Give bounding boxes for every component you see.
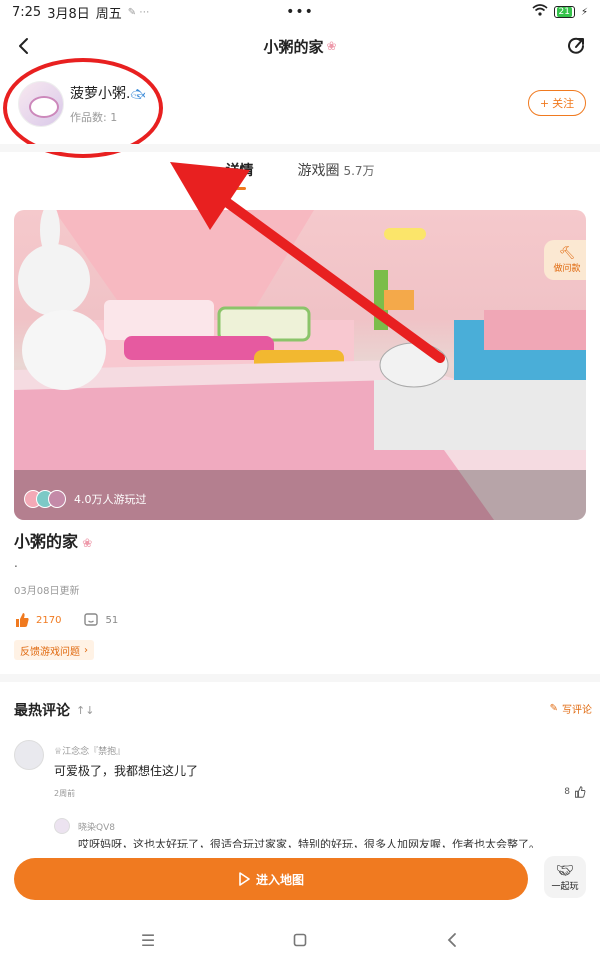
notification-icon: ✎ ⋯ [127,6,150,18]
play-count: 4.0万人游玩过 [24,490,147,508]
sort-icon[interactable]: ↑↓ [76,704,94,717]
player-avatars [24,490,66,508]
room-illustration [14,210,586,520]
charging-icon: ⚡ [580,6,588,18]
play-count-text: 4.0万人游玩过 [74,493,147,506]
enter-map-label: 进入地图 [255,872,304,887]
hammer-icon: 🔨︎ [558,246,576,261]
tab-bar: 详情 游戏圈 5.7万 [0,160,600,196]
commenter-name[interactable]: ♕江念念『禁抱』 [54,744,125,757]
play-together-button[interactable]: 🤝︎ 一起玩 [544,856,586,898]
comment-like-button[interactable]: 8 [564,786,586,798]
commenter-avatar[interactable] [14,740,44,770]
title-emoji-icon: ❀ [326,39,337,53]
pen-icon: ✎ [549,703,558,714]
system-nav-bar: ☰ [0,920,600,960]
follow-label: 关注 [552,97,575,110]
thumbs-up-icon [16,613,29,627]
divider [0,674,600,682]
enter-map-button[interactable]: 进入地图 [14,858,528,900]
status-time: 7:25 [12,4,42,20]
comments-title: 最热评论 [14,703,70,719]
bottom-action-bar: 进入地图 🤝︎ 一起玩 [0,848,600,908]
write-comment-button[interactable]: ✎ 写评论 [550,701,592,716]
like-button[interactable]: 2170 [14,612,61,628]
game-preview-image[interactable]: 4.0万人游玩过 🔨︎ 做问款 [14,210,586,520]
game-stats: 2170 51 [14,612,118,628]
reply-avatar[interactable] [54,818,70,834]
feedback-button[interactable]: 反馈游戏问题 › [14,640,94,660]
update-date: 03月08日更新 [14,586,80,597]
comment-text: 可爱极了，我都想住这儿了 [54,764,199,778]
follow-button[interactable]: + 关注 [528,90,586,116]
status-date: 3月8日 [47,6,90,22]
play-together-label: 一起玩 [551,881,579,892]
handshake-icon: 🤝︎ [556,862,574,879]
ask-label: 做问款 [553,264,581,274]
comment-time: 2周前 [54,789,76,798]
page-title: 小粥的家 [263,37,324,56]
play-icon [239,872,250,886]
status-center-dots: ••• [286,4,314,20]
comment-icon [84,613,99,626]
status-weekday: 周五 [95,6,122,22]
menu-icon[interactable]: ☰ [137,929,159,951]
back-icon[interactable] [12,34,36,58]
chevron-right-icon: › [84,644,88,656]
reply-user[interactable]: 晓染QV8 [78,820,115,833]
share-icon[interactable] [564,34,588,58]
status-bar: 7:25 3月8日 周五 ✎ ⋯ ••• 21 ⚡ [0,0,600,24]
comment-like-count: 8 [564,787,570,797]
like-count: 2170 [36,614,62,626]
comment-count: 51 [105,614,119,626]
comments-header: 最热评论 ↑↓ [14,700,94,720]
plus-icon: + [539,96,550,110]
tab-details[interactable]: 详情 [225,160,253,196]
game-title: 小粥的家 ❀ [14,532,93,551]
home-icon[interactable] [289,929,311,951]
title-emoji-icon: ❀ [78,536,93,550]
annotation-circle [3,58,163,158]
write-comment-label: 写评论 [562,705,592,716]
wifi-icon [531,4,548,20]
tab-game-circle[interactable]: 游戏圈 5.7万 [297,160,374,196]
ask-button[interactable]: 🔨︎ 做问款 [544,240,586,280]
game-description: . [14,556,18,570]
comment-button[interactable]: 51 [83,612,118,628]
thumbs-up-icon [575,786,586,798]
feedback-label: 反馈游戏问题 [20,646,80,658]
back-nav-icon[interactable] [441,929,463,951]
crown-icon: ♕ [54,747,63,757]
battery-icon: 21 [553,6,575,18]
divider [0,144,600,152]
